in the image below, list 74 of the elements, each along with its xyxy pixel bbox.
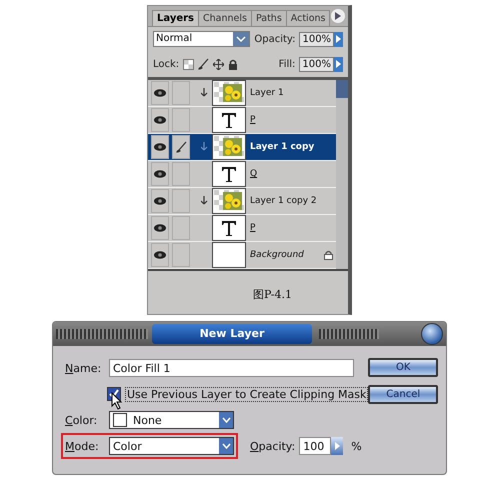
- eye-icon: [154, 116, 166, 124]
- opacity-stepper[interactable]: [334, 32, 343, 46]
- layer-row[interactable]: Background: [148, 242, 336, 269]
- fill-stepper[interactable]: [334, 56, 343, 72]
- title-grip: [319, 329, 379, 339]
- swatch-dropdown[interactable]: None: [109, 411, 234, 429]
- dialog-button[interactable]: OK: [368, 358, 438, 377]
- layer-name: Layer 1 copy 2: [250, 196, 317, 206]
- visibility-toggle[interactable]: [151, 189, 169, 213]
- layer-name: Layer 1: [250, 88, 284, 98]
- panel-tab[interactable]: Channels: [198, 10, 252, 26]
- panel-menu-button[interactable]: [331, 9, 345, 23]
- caret-icon: [222, 417, 230, 423]
- eye-icon: [154, 143, 166, 151]
- brush-icon: [176, 141, 186, 153]
- lock-icon[interactable]: [228, 58, 238, 70]
- dialog-title: New Layer: [152, 324, 312, 344]
- eye-icon: [154, 251, 166, 259]
- visibility-toggle[interactable]: [151, 135, 169, 159]
- color-label: Color:: [65, 414, 98, 426]
- caret-icon: [222, 443, 230, 449]
- layer-row[interactable]: Layer 1 copy 2: [148, 188, 336, 215]
- dialog-button[interactable]: Cancel: [368, 385, 438, 404]
- layer-row[interactable]: P: [148, 107, 336, 134]
- layer-name: P: [250, 115, 256, 125]
- close-button[interactable]: [421, 323, 443, 345]
- layer-row[interactable]: Layer 1: [148, 80, 336, 107]
- opacity-label: Opacity:: [254, 34, 296, 44]
- opacity-field[interactable]: 100: [299, 437, 332, 455]
- name-field[interactable]: Color Fill 1: [109, 359, 354, 377]
- layer-name: Background: [250, 250, 304, 260]
- mode-label: Mode:: [65, 440, 100, 452]
- eye-icon: [154, 170, 166, 178]
- layer-name: Q: [250, 169, 258, 179]
- opacity-field[interactable]: 100%: [299, 32, 334, 46]
- move-icon[interactable]: [213, 58, 224, 70]
- clipping-label[interactable]: Use Previous Layer to Create Clipping Mask: [125, 386, 368, 402]
- layer-thumbnail: [212, 242, 246, 268]
- brush-icon[interactable]: [198, 58, 210, 70]
- lock-transparency-icon[interactable]: [183, 58, 194, 70]
- triangle-icon: [335, 12, 341, 20]
- lock-label: Lock:: [153, 58, 180, 70]
- layer-thumbnail: [212, 188, 246, 214]
- eye-icon: [154, 224, 166, 232]
- fill-label: Fill:: [278, 58, 296, 70]
- name-label: Name:: [65, 362, 102, 374]
- opacity-stepper[interactable]: [331, 437, 344, 455]
- visibility-toggle[interactable]: [151, 243, 169, 267]
- eye-icon: [154, 89, 166, 97]
- visibility-toggle[interactable]: [151, 108, 169, 132]
- fill-field[interactable]: 100%: [299, 56, 334, 72]
- opacity-label: Opacity:: [250, 440, 296, 452]
- blend-mode-dropdown[interactable]: Normal: [153, 31, 250, 47]
- scrollbar[interactable]: [336, 80, 348, 269]
- figure-label: 图P-4.1: [252, 287, 292, 302]
- triangle-icon: [334, 442, 340, 450]
- mode-dropdown[interactable]: Color: [109, 437, 234, 455]
- layer-name: Layer 1 copy: [250, 142, 314, 152]
- visibility-toggle[interactable]: [151, 162, 169, 186]
- caret-icon: [236, 36, 246, 42]
- layer-row[interactable]: P: [148, 215, 336, 242]
- layer-thumbnail: [212, 80, 246, 106]
- cursor-icon: [111, 392, 123, 410]
- percent-unit: %: [351, 440, 362, 452]
- layer-row[interactable]: Q: [148, 161, 336, 188]
- layer-row[interactable]: Layer 1 copy: [148, 134, 336, 161]
- layer-thumbnail: [212, 134, 246, 160]
- panel-tab[interactable]: Actions: [286, 10, 330, 26]
- panel-tab[interactable]: Paths: [250, 10, 287, 26]
- panel-tab[interactable]: Layers: [152, 10, 199, 26]
- visibility-toggle[interactable]: [151, 81, 169, 105]
- eye-icon: [154, 197, 166, 205]
- visibility-toggle[interactable]: [151, 216, 169, 240]
- layer-name: P: [250, 223, 256, 233]
